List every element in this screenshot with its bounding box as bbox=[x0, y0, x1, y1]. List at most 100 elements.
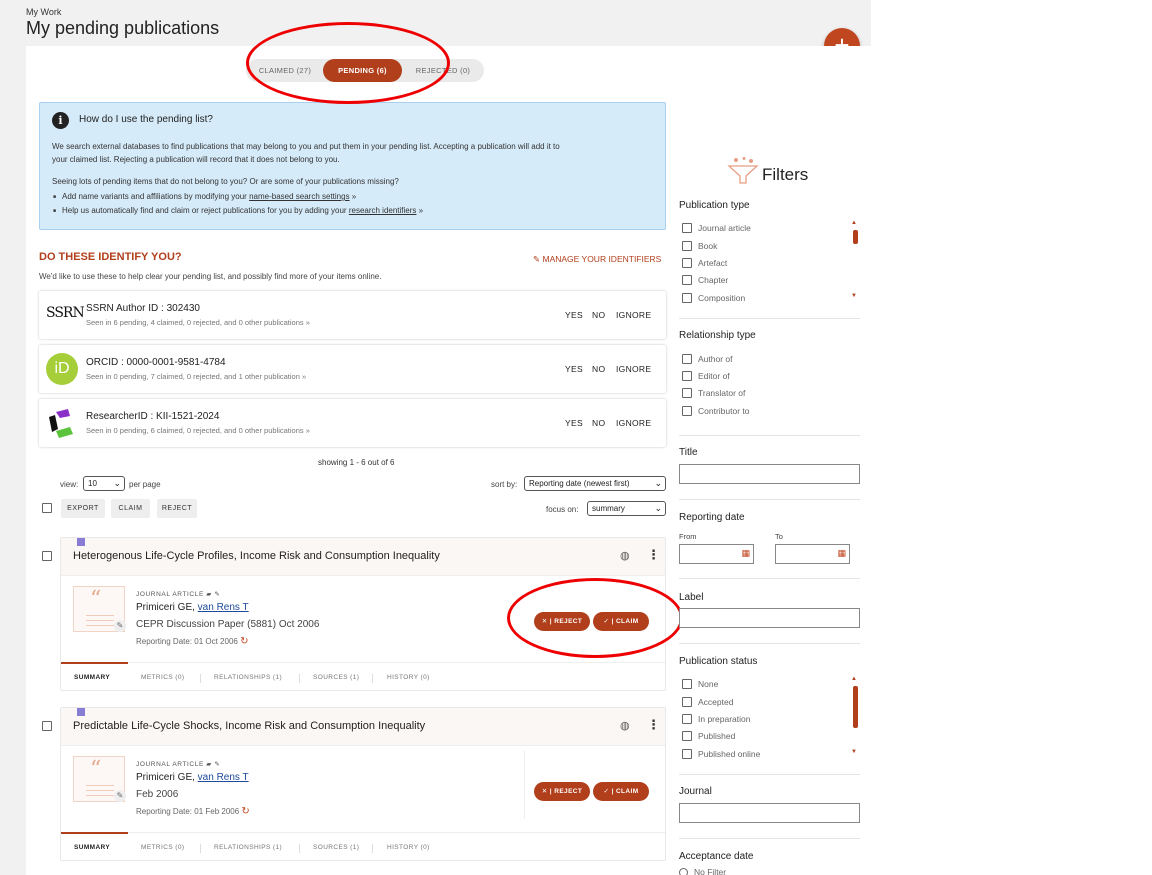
journal-filter-input[interactable] bbox=[679, 803, 860, 823]
scroll-thumb[interactable] bbox=[853, 230, 858, 244]
to-date-input[interactable]: ▦ bbox=[775, 544, 850, 564]
no-button[interactable]: NO bbox=[592, 310, 605, 320]
reject-selected-button[interactable]: REJECT bbox=[157, 499, 197, 518]
scrollbar[interactable]: ▲ ▼ bbox=[851, 220, 859, 302]
scroll-down-icon[interactable]: ▼ bbox=[851, 293, 857, 299]
tab-history[interactable]: HISTORY (0) bbox=[387, 674, 430, 681]
identifier-card-ssrn: SSRN SSRN Author ID : 302430 Seen in 6 p… bbox=[39, 291, 666, 339]
edit-icon[interactable]: ✎ bbox=[114, 790, 126, 802]
filter-checkbox[interactable] bbox=[682, 241, 692, 251]
filter-checkbox[interactable] bbox=[682, 697, 692, 707]
tab-separator bbox=[299, 844, 300, 853]
publication-checkbox[interactable] bbox=[42, 551, 52, 561]
tab-metrics[interactable]: METRICS (0) bbox=[141, 674, 184, 681]
title-filter-input[interactable] bbox=[679, 464, 860, 484]
calendar-icon[interactable]: ▦ bbox=[837, 548, 846, 559]
filter-option: Translator of bbox=[698, 388, 746, 398]
ignore-button[interactable]: IGNORE bbox=[616, 310, 651, 320]
info-icon: i bbox=[52, 112, 69, 129]
claim-button[interactable]: ✓ | CLAIM bbox=[593, 782, 649, 801]
per-page-select[interactable]: 10 ⌄ bbox=[83, 476, 125, 491]
scroll-down-icon[interactable]: ▼ bbox=[851, 749, 857, 755]
sort-value: Reporting date (newest first) bbox=[529, 479, 630, 488]
thumb-line bbox=[86, 790, 114, 791]
tab-metrics[interactable]: METRICS (0) bbox=[141, 844, 184, 851]
identifier-detail-link[interactable]: Seen in 0 pending, 6 claimed, 0 rejected… bbox=[86, 426, 310, 435]
filter-checkbox[interactable] bbox=[682, 371, 692, 381]
info-paragraph-3: Seeing lots of pending items that do not… bbox=[52, 177, 399, 186]
globe-lock-icon[interactable]: ◍ bbox=[620, 719, 630, 732]
filter-option: Chapter bbox=[698, 275, 729, 285]
author-link[interactable]: van Rens T bbox=[198, 602, 249, 613]
scroll-thumb[interactable] bbox=[853, 686, 858, 728]
edit-icon[interactable]: ✎ bbox=[214, 761, 220, 768]
folder-icon: ▰ bbox=[206, 761, 212, 768]
scroll-up-icon[interactable]: ▲ bbox=[851, 220, 857, 226]
filter-checkbox[interactable] bbox=[682, 406, 692, 416]
label-filter-heading: Label bbox=[679, 592, 704, 603]
filter-checkbox[interactable] bbox=[682, 731, 692, 741]
no-button[interactable]: NO bbox=[592, 364, 605, 374]
filter-checkbox[interactable] bbox=[682, 223, 692, 233]
ignore-button[interactable]: IGNORE bbox=[616, 418, 651, 428]
select-all-checkbox[interactable] bbox=[42, 503, 52, 513]
publication-checkbox[interactable] bbox=[42, 721, 52, 731]
per-page-label: per page bbox=[129, 480, 161, 489]
research-identifiers-link[interactable]: research identifiers bbox=[349, 206, 417, 215]
reporting-date-heading: Reporting date bbox=[679, 512, 745, 523]
filter-checkbox[interactable] bbox=[682, 258, 692, 268]
edit-icon[interactable]: ✎ bbox=[214, 591, 220, 598]
publication-title[interactable]: Heterogenous Life-Cycle Profiles, Income… bbox=[73, 550, 440, 562]
tab-summary[interactable]: SUMMARY bbox=[74, 674, 110, 681]
globe-lock-icon[interactable]: ◍ bbox=[620, 549, 630, 562]
yes-button[interactable]: YES bbox=[565, 364, 583, 374]
publication-type-heading: Publication type bbox=[679, 200, 750, 211]
yes-button[interactable]: YES bbox=[565, 418, 583, 428]
filter-option: Author of bbox=[698, 354, 733, 364]
filter-checkbox[interactable] bbox=[682, 679, 692, 689]
calendar-icon[interactable]: ▦ bbox=[741, 548, 750, 559]
yes-button[interactable]: YES bbox=[565, 310, 583, 320]
scrollbar[interactable]: ▲ ▼ bbox=[851, 676, 859, 758]
info-paragraph: We search external databases to find pub… bbox=[52, 142, 560, 151]
focus-select[interactable]: summary ⌄ bbox=[587, 501, 666, 516]
identifier-detail-link[interactable]: Seen in 0 pending, 7 claimed, 0 rejected… bbox=[86, 372, 306, 381]
info-bullet: Help us automatically find and claim or … bbox=[53, 206, 423, 215]
filter-checkbox[interactable] bbox=[682, 388, 692, 398]
source-tag-icon bbox=[77, 538, 85, 546]
section-label: My Work bbox=[26, 7, 62, 17]
filter-checkbox[interactable] bbox=[682, 354, 692, 364]
export-button[interactable]: EXPORT bbox=[61, 499, 105, 518]
sort-select[interactable]: Reporting date (newest first) ⌄ bbox=[524, 476, 666, 491]
reporting-date: Reporting Date: 01 Oct 2006 ↻ bbox=[136, 636, 248, 647]
tab-relationships[interactable]: RELATIONSHIPS (1) bbox=[214, 844, 282, 851]
no-button[interactable]: NO bbox=[592, 418, 605, 428]
tab-summary[interactable]: SUMMARY bbox=[74, 844, 110, 851]
more-options-icon[interactable]: ⋮ bbox=[647, 547, 660, 563]
scroll-up-icon[interactable]: ▲ bbox=[851, 676, 857, 682]
tab-sources[interactable]: SOURCES (1) bbox=[313, 674, 359, 681]
label-filter-input[interactable] bbox=[679, 608, 860, 628]
publication-title[interactable]: Predictable Life-Cycle Shocks, Income Ri… bbox=[73, 720, 425, 732]
from-date-input[interactable]: ▦ bbox=[679, 544, 754, 564]
researcherid-logo-icon bbox=[49, 409, 73, 438]
filter-checkbox[interactable] bbox=[682, 714, 692, 724]
identifier-detail-link[interactable]: Seen in 6 pending, 4 claimed, 0 rejected… bbox=[86, 318, 310, 327]
manage-identifiers-link[interactable]: ✎ MANAGE YOUR IDENTIFIERS bbox=[533, 254, 661, 265]
more-options-icon[interactable]: ⋮ bbox=[647, 717, 660, 733]
claim-selected-button[interactable]: CLAIM bbox=[111, 499, 150, 518]
tab-history[interactable]: HISTORY (0) bbox=[387, 844, 430, 851]
name-search-settings-link[interactable]: name-based search settings bbox=[249, 192, 350, 201]
filter-checkbox[interactable] bbox=[682, 293, 692, 303]
filter-checkbox[interactable] bbox=[682, 275, 692, 285]
reject-button[interactable]: ✕ | REJECT bbox=[534, 782, 590, 801]
edit-icon[interactable]: ✎ bbox=[114, 620, 126, 632]
filter-option: Book bbox=[698, 241, 718, 251]
tab-sources[interactable]: SOURCES (1) bbox=[313, 844, 359, 851]
ignore-button[interactable]: IGNORE bbox=[616, 364, 651, 374]
filter-checkbox[interactable] bbox=[682, 749, 692, 759]
author-link[interactable]: van Rens T bbox=[198, 772, 249, 783]
tab-relationships[interactable]: RELATIONSHIPS (1) bbox=[214, 674, 282, 681]
no-filter-radio[interactable] bbox=[679, 868, 688, 875]
sort-label: sort by: bbox=[491, 480, 518, 489]
